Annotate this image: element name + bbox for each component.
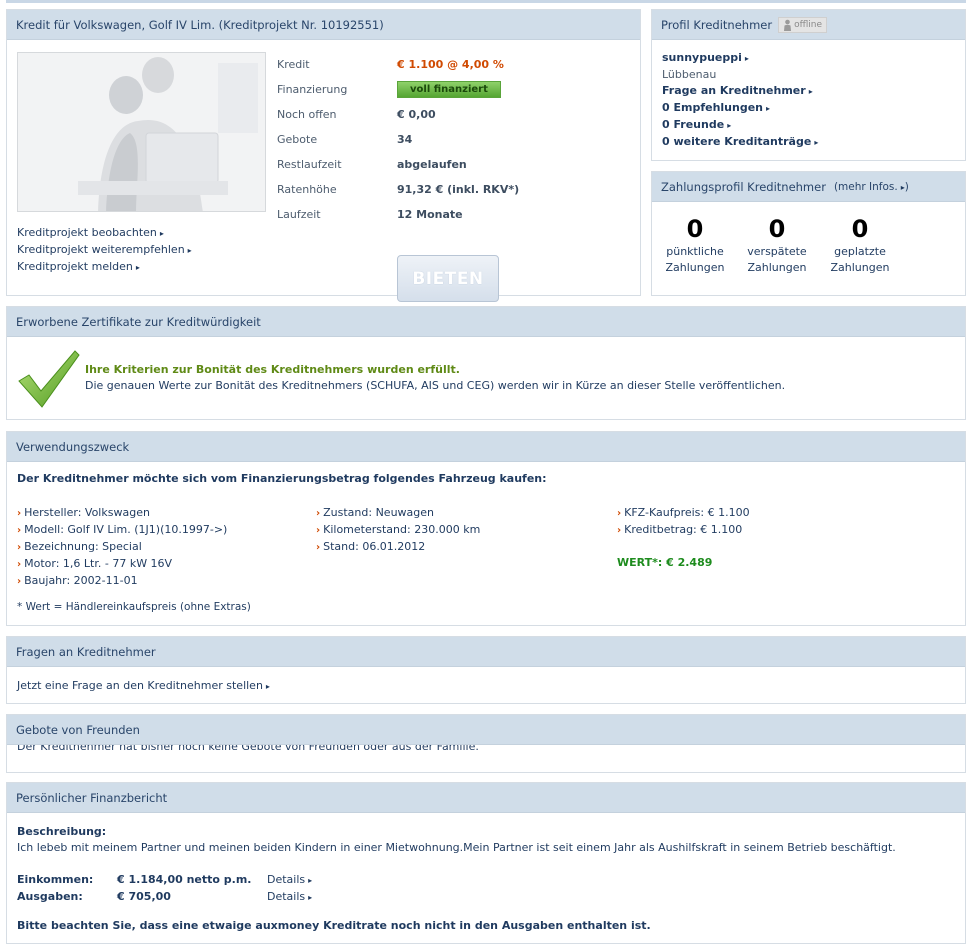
more-requests-link[interactable]: 0 weitere Kreditanträge ▸ xyxy=(662,134,955,151)
bullet-arrow-icon: › xyxy=(316,508,321,519)
checkmark-icon xyxy=(18,350,80,408)
recommend-project-link[interactable]: Kreditprojekt weiterempfehlen ▸ xyxy=(17,242,192,259)
watch-project-link[interactable]: Kreditprojekt beobachten ▸ xyxy=(17,225,192,242)
detail-row: Noch offen € 0,00 xyxy=(277,108,436,121)
bullet-arrow-icon: › xyxy=(316,525,321,536)
arrow-right-icon: ▸ xyxy=(265,682,270,691)
detail-row: Finanzierung voll finanziert xyxy=(277,77,519,102)
bullet-arrow-icon: › xyxy=(17,559,22,570)
detail-row: Restlaufzeit abgelaufen xyxy=(277,158,467,171)
friends-bids-title: Gebote von Freunden xyxy=(7,715,965,745)
profile-panel: Profil Kreditnehmer offline sunnypueppi ▸… xyxy=(651,9,966,161)
bullet-arrow-icon: › xyxy=(617,508,622,519)
late-payments: 0 verspätete Zahlungen xyxy=(747,215,807,274)
project-photo xyxy=(17,52,266,212)
person-icon xyxy=(784,19,792,31)
finance-note: Bitte beachten Sie, dass eine etwaige au… xyxy=(17,919,651,932)
friends-link[interactable]: 0 Freunde ▸ xyxy=(662,117,955,134)
bullet-arrow-icon: › xyxy=(17,525,22,536)
project-details: Kredit € 1.100 @ 4,00 % Finanzierung voll … xyxy=(277,52,519,227)
questions-title: Fragen an Kreditnehmer xyxy=(7,637,965,667)
arrow-right-icon: ▸ xyxy=(159,229,164,238)
arrow-right-icon: ▸ xyxy=(187,246,192,255)
finance-title: Persönlicher Finanzbericht xyxy=(7,783,965,813)
usage-footnote: * Wert = Händlereinkaufspreis (ohne Extr… xyxy=(17,601,251,613)
description-label: Beschreibung: xyxy=(17,825,107,838)
status-badge: offline xyxy=(778,16,828,33)
arrow-right-icon: ▸ xyxy=(727,121,732,130)
usage-panel: Verwendungszweck Der Kreditnehmer möchte… xyxy=(6,431,966,626)
vehicle-col-1: › Hersteller: Volkswagen › Modell: Golf IV… xyxy=(17,506,228,587)
expense-details-link[interactable]: Details ▸ xyxy=(267,889,312,906)
bullet-arrow-icon: › xyxy=(316,542,321,553)
certificates-panel: Erworbene Zertifikate zur Kreditwürdigke… xyxy=(6,306,966,420)
payment-header: Zahlungsprofil Kreditnehmer (mehr Infos.… xyxy=(652,172,965,202)
vehicle-value: WERT*: € 2.489 xyxy=(617,556,713,569)
arrow-right-icon: ▸ xyxy=(308,893,313,902)
usage-intro: Der Kreditnehmer möchte sich vom Finanzi… xyxy=(17,472,547,485)
bid-button[interactable]: BIETEN xyxy=(397,255,499,302)
income-details-link[interactable]: Details ▸ xyxy=(267,872,312,889)
arrow-right-icon: ▸ xyxy=(808,87,813,96)
arrow-right-icon: ▸ xyxy=(744,54,749,63)
detail-row: Kredit € 1.100 @ 4,00 % xyxy=(277,58,504,71)
project-links: Kreditprojekt beobachten ▸ Kreditprojekt … xyxy=(17,225,192,276)
project-title: Kredit für Volkswagen, Golf IV Lim. (Kre… xyxy=(7,10,640,40)
failed-payments: 0 geplatzte Zahlungen xyxy=(830,215,890,274)
friends-bids-text: Der Kreditnehmer hat bisher noch keine G… xyxy=(17,745,479,753)
detail-row: Gebote 34 xyxy=(277,133,413,146)
bullet-arrow-icon: › xyxy=(17,508,22,519)
recommendations-link[interactable]: 0 Empfehlungen ▸ xyxy=(662,100,955,117)
username-link[interactable]: sunnypueppi ▸ xyxy=(662,50,955,67)
punctual-payments: 0 pünktliche Zahlungen xyxy=(665,215,725,274)
detail-row: Ratenhöhe 91,32 € (inkl. RKV*) xyxy=(277,183,520,196)
income-value: € 1.184,00 netto p.m. xyxy=(117,873,252,886)
financed-badge: voll finanziert xyxy=(397,81,501,98)
couple-image-icon xyxy=(18,53,265,211)
bullet-arrow-icon: › xyxy=(17,542,22,553)
friends-bids-panel: Gebote von Freunden Der Kreditnehmer hat… xyxy=(6,714,966,773)
report-project-link[interactable]: Kreditprojekt melden ▸ xyxy=(17,259,192,276)
detail-row: Laufzeit 12 Monate xyxy=(277,208,463,221)
vehicle-col-3: › KFZ-Kaufpreis: € 1.100 › Kreditbetrag: €… xyxy=(617,506,750,569)
city-label: Lübbenau xyxy=(662,68,717,81)
questions-panel: Fragen an Kreditnehmer Jetzt eine Frage … xyxy=(6,636,966,704)
top-divider xyxy=(6,0,966,3)
arrow-right-icon: ▸ xyxy=(814,138,819,147)
finance-table: Einkommen: € 1.184,00 netto p.m. Details… xyxy=(17,872,312,906)
project-panel: Kredit für Volkswagen, Golf IV Lim. (Kre… xyxy=(6,9,641,302)
description-text: Ich lebeb mit meinem Partner und meinen … xyxy=(17,841,896,854)
payment-profile-panel: Zahlungsprofil Kreditnehmer (mehr Infos.… xyxy=(651,171,966,296)
finance-report-panel: Persönlicher Finanzbericht Beschreibung:… xyxy=(6,782,966,944)
certificate-headline: Ihre Kriterien zur Bonität des Kreditneh… xyxy=(85,363,460,376)
certificates-title: Erworbene Zertifikate zur Kreditwürdigke… xyxy=(7,307,965,337)
ask-borrower-link[interactable]: Frage an Kreditnehmer ▸ xyxy=(662,83,955,100)
bullet-arrow-icon: › xyxy=(617,525,622,536)
arrow-right-icon: ▸ xyxy=(308,876,313,885)
certificate-text: Die genauen Werte zur Bonität des Kredit… xyxy=(85,379,786,392)
credit-value: € 1.100 @ 4,00 % xyxy=(397,58,504,71)
more-info-link[interactable]: (mehr Infos. ▸) xyxy=(834,181,909,193)
bullet-arrow-icon: › xyxy=(17,576,22,587)
profile-header: Profil Kreditnehmer offline xyxy=(652,10,965,40)
arrow-right-icon: ▸ xyxy=(766,104,771,113)
vehicle-col-2: › Zustand: Neuwagen › Kilometerstand: 230.… xyxy=(316,506,481,553)
expense-value: € 705,00 xyxy=(117,890,171,903)
ask-question-link[interactable]: Jetzt eine Frage an den Kreditnehmer ste… xyxy=(17,679,270,692)
arrow-right-icon: ▸ xyxy=(135,263,140,272)
usage-title: Verwendungszweck xyxy=(7,432,965,462)
